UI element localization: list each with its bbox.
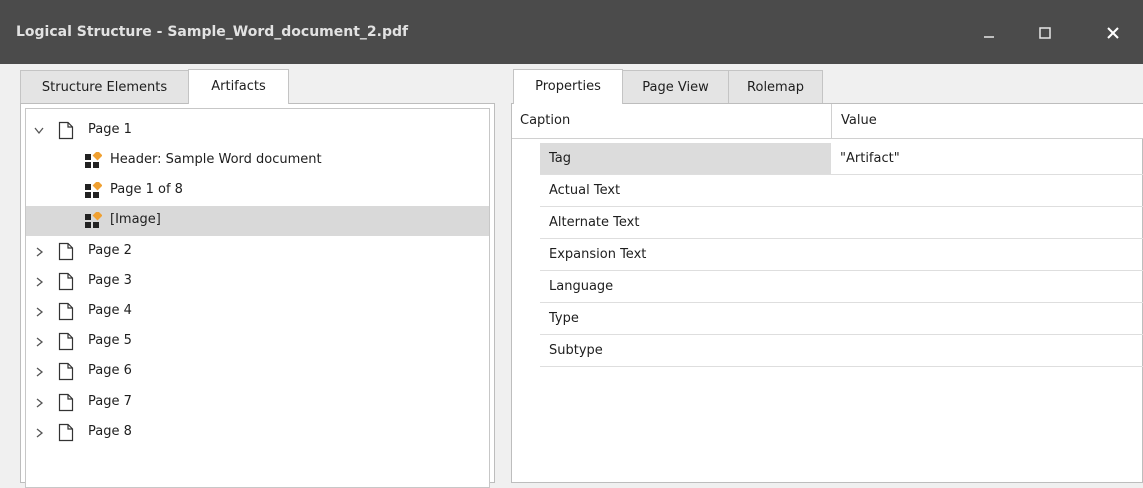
page-icon — [58, 302, 74, 321]
tree-node-label: Page 8 — [88, 424, 132, 439]
property-row-subtype[interactable]: Subtype — [540, 335, 1143, 367]
page-icon — [58, 332, 74, 351]
chevron-right-icon[interactable] — [36, 428, 44, 438]
chevron-right-icon[interactable] — [36, 367, 44, 377]
property-name: Language — [549, 279, 614, 294]
tab-page-view[interactable]: Page View — [622, 70, 729, 103]
property-row-expansion-text[interactable]: Expansion Text — [540, 239, 1143, 271]
property-name: Alternate Text — [549, 215, 640, 230]
properties-panel: Caption Value Tag "Artifact" Actual Text… — [511, 103, 1143, 483]
artifacts-tree: Page 1 Header: Sample Word document Page… — [25, 108, 490, 488]
tree-node-page-8[interactable]: Page 8 — [26, 418, 489, 448]
chevron-right-icon[interactable] — [36, 337, 44, 347]
tree-node-label: Page 4 — [88, 303, 132, 318]
minimize-icon — [984, 36, 994, 38]
tree-node-label: Page 3 — [88, 273, 132, 288]
title-bar: Logical Structure - Sample_Word_document… — [0, 0, 1143, 64]
maximize-icon — [1039, 27, 1051, 39]
grid-header: Caption Value — [512, 104, 1143, 139]
property-name: Actual Text — [549, 183, 621, 198]
page-icon — [58, 423, 74, 442]
tree-node-label: Header: Sample Word document — [110, 152, 322, 167]
maximize-button[interactable] — [1022, 16, 1068, 50]
artifact-icon — [85, 182, 102, 198]
tree-node-label: Page 7 — [88, 394, 132, 409]
tree-node-page-2[interactable]: Page 2 — [26, 237, 489, 267]
tree-node-page-1[interactable]: Page 1 — [26, 116, 489, 146]
property-row-tag[interactable]: Tag "Artifact" — [540, 143, 1143, 175]
page-icon — [58, 393, 74, 412]
chevron-right-icon[interactable] — [36, 247, 44, 257]
property-row-alternate-text[interactable]: Alternate Text — [540, 207, 1143, 239]
artifact-icon — [85, 152, 102, 168]
window-title: Logical Structure - Sample_Word_document… — [16, 24, 409, 40]
artifacts-panel: Page 1 Header: Sample Word document Page… — [20, 103, 495, 488]
chevron-down-icon[interactable] — [34, 127, 44, 135]
tree-node-label: Page 1 — [88, 122, 132, 137]
tree-node-label: Page 1 of 8 — [110, 182, 183, 197]
tree-node-page-6[interactable]: Page 6 — [26, 357, 489, 387]
property-value[interactable]: "Artifact" — [840, 151, 900, 166]
property-name: Tag — [549, 151, 572, 166]
tree-node-image-artifact[interactable]: [Image] — [26, 206, 489, 236]
chevron-right-icon[interactable] — [36, 307, 44, 317]
tab-rolemap[interactable]: Rolemap — [728, 70, 823, 103]
page-icon — [58, 362, 74, 381]
tab-structure-elements[interactable]: Structure Elements — [20, 70, 189, 103]
property-name: Type — [549, 311, 579, 326]
tab-properties[interactable]: Properties — [513, 69, 623, 104]
close-button[interactable] — [1090, 16, 1136, 50]
tree-node-page-3[interactable]: Page 3 — [26, 267, 489, 297]
chevron-right-icon[interactable] — [36, 398, 44, 408]
tree-node-page-5[interactable]: Page 5 — [26, 327, 489, 357]
page-icon — [58, 121, 74, 140]
close-icon — [1107, 27, 1119, 39]
tree-node-label: [Image] — [110, 212, 161, 227]
page-icon — [58, 242, 74, 261]
minimize-button[interactable] — [966, 16, 1012, 50]
property-row-actual-text[interactable]: Actual Text — [540, 175, 1143, 207]
tree-node-header-artifact[interactable]: Header: Sample Word document — [26, 146, 489, 176]
tree-node-label: Page 6 — [88, 363, 132, 378]
tree-node-page-7[interactable]: Page 7 — [26, 388, 489, 418]
page-icon — [58, 272, 74, 291]
property-name: Subtype — [549, 343, 603, 358]
tree-node-page-number-artifact[interactable]: Page 1 of 8 — [26, 176, 489, 206]
tree-node-label: Page 2 — [88, 243, 132, 258]
column-divider[interactable] — [831, 104, 832, 138]
selected-cell-highlight — [540, 143, 831, 174]
value-column-header[interactable]: Value — [841, 113, 877, 128]
tree-node-label: Page 5 — [88, 333, 132, 348]
tree-node-page-4[interactable]: Page 4 — [26, 297, 489, 327]
property-row-language[interactable]: Language — [540, 271, 1143, 303]
caption-column-header[interactable]: Caption — [520, 113, 570, 128]
artifact-icon — [85, 212, 102, 228]
property-row-type[interactable]: Type — [540, 303, 1143, 335]
property-name: Expansion Text — [549, 247, 647, 262]
chevron-right-icon[interactable] — [36, 277, 44, 287]
tab-artifacts[interactable]: Artifacts — [188, 69, 289, 104]
